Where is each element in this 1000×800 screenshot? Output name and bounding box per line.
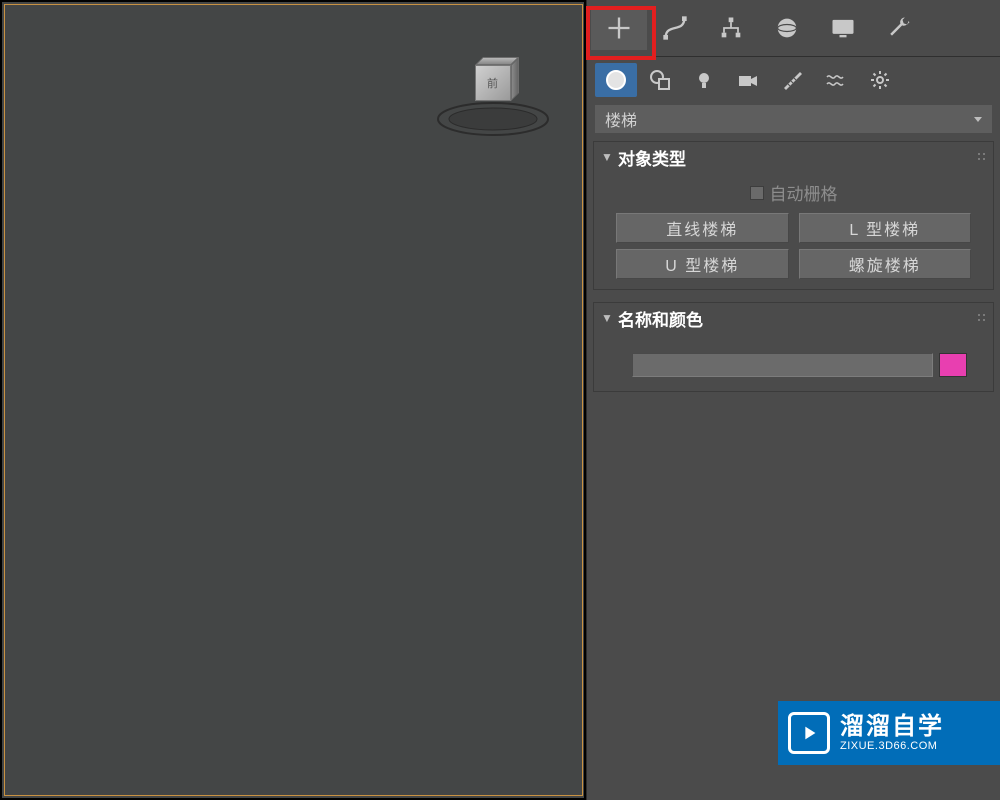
spiral-stair-button[interactable]: 螺旋楼梯 — [799, 249, 972, 279]
category-dropdown[interactable]: 楼梯 — [595, 105, 992, 133]
utilities-tab[interactable] — [871, 6, 927, 50]
modify-tab[interactable] — [647, 6, 703, 50]
sphere-icon — [773, 14, 801, 42]
name-color-title: 名称和颜色 — [618, 306, 703, 331]
systems-button[interactable] — [859, 63, 901, 97]
auto-grid-label: 自动栅格 — [770, 180, 838, 205]
object-type-rollout: ▼ 对象类型 自动栅格 直线楼梯 L 型楼梯 U 型楼梯 螺旋楼梯 — [593, 141, 994, 290]
motion-tab[interactable] — [759, 6, 815, 50]
watermark-subtitle: ZIXUE.3D66.COM — [840, 740, 944, 753]
command-panel: 楼梯 ▼ 对象类型 自动栅格 直线楼梯 L 型楼梯 U 型楼梯 螺旋楼梯 ▼ 名… — [586, 0, 1000, 800]
auto-grid-row[interactable]: 自动栅格 — [616, 176, 971, 213]
gear-icon — [869, 69, 891, 91]
object-type-title: 对象类型 — [618, 145, 686, 170]
measure-icon — [781, 69, 803, 91]
collapse-caret-icon: ▼ — [600, 150, 614, 164]
create-category-row — [587, 57, 1000, 103]
watermark-logo-icon — [788, 712, 830, 754]
auto-grid-checkbox[interactable] — [750, 186, 764, 200]
watermark-title: 溜溜自学 — [840, 713, 944, 741]
name-color-header[interactable]: ▼ 名称和颜色 — [594, 303, 993, 333]
command-panel-tabs — [587, 0, 1000, 57]
helpers-button[interactable] — [771, 63, 813, 97]
light-icon — [693, 69, 715, 91]
shapes-icon — [649, 69, 671, 91]
object-color-swatch[interactable] — [939, 353, 967, 377]
shapes-button[interactable] — [639, 63, 681, 97]
watermark-badge: 溜溜自学 ZIXUE.3D66.COM — [778, 701, 1000, 765]
collapse-caret-icon: ▼ — [600, 311, 614, 325]
display-tab[interactable] — [815, 6, 871, 50]
display-icon — [829, 14, 857, 42]
camera-icon — [737, 69, 759, 91]
name-color-rollout: ▼ 名称和颜色 — [593, 302, 994, 392]
view-cube-front-label: 前 — [475, 65, 511, 101]
geometry-button[interactable] — [595, 63, 637, 97]
straight-stair-button[interactable]: 直线楼梯 — [616, 213, 789, 243]
object-name-input[interactable] — [632, 353, 933, 377]
view-cube[interactable]: 前 — [470, 60, 516, 106]
drag-grip-icon — [977, 313, 987, 323]
curve-icon — [661, 14, 689, 42]
hierarchy-icon — [717, 14, 745, 42]
plus-icon — [605, 14, 633, 42]
l-stair-button[interactable]: L 型楼梯 — [799, 213, 972, 243]
u-stair-button[interactable]: U 型楼梯 — [616, 249, 789, 279]
wrench-icon — [885, 14, 913, 42]
drag-grip-icon — [977, 152, 987, 162]
circle-filled-icon — [605, 69, 627, 91]
cameras-button[interactable] — [727, 63, 769, 97]
waves-icon — [825, 69, 847, 91]
view-cube-gizmo[interactable]: 前 — [434, 60, 552, 140]
viewport[interactable]: 前 — [0, 0, 586, 800]
object-type-header[interactable]: ▼ 对象类型 — [594, 142, 993, 172]
hierarchy-tab[interactable] — [703, 6, 759, 50]
category-dropdown-label: 楼梯 — [605, 107, 637, 131]
lights-button[interactable] — [683, 63, 725, 97]
create-tab[interactable] — [591, 6, 647, 50]
spacewarps-button[interactable] — [815, 63, 857, 97]
